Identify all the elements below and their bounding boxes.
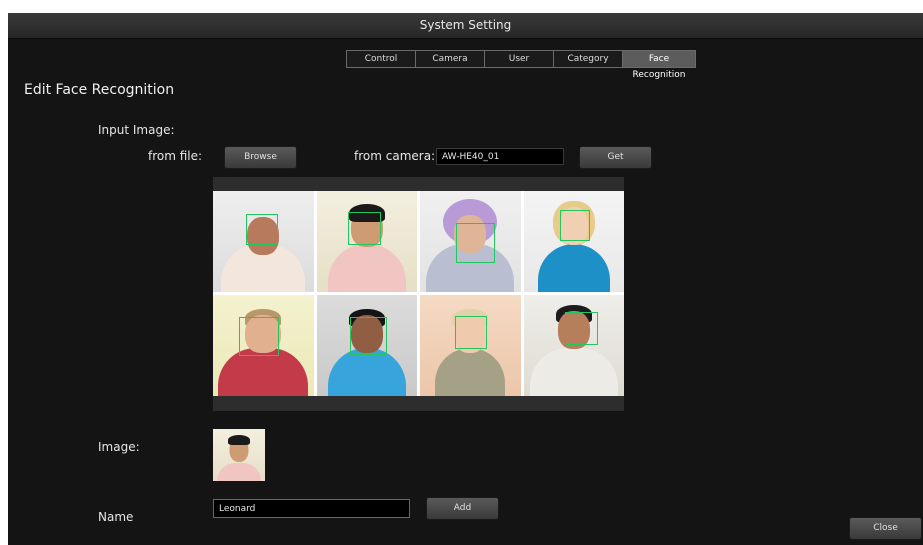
- face-detection-box: [559, 210, 590, 241]
- face-detection-box: [456, 223, 495, 263]
- tab-control[interactable]: Control: [347, 51, 416, 67]
- face-detection-box: [239, 317, 279, 356]
- face-photo-6: [316, 295, 417, 396]
- face-detection-box: [455, 316, 487, 349]
- face-detection-box: [246, 214, 278, 245]
- settings-tabs: Control Camera User Category Face Recogn…: [346, 50, 696, 80]
- from-file-label: from file:: [148, 149, 203, 163]
- face-photo-8: [523, 295, 624, 396]
- face-photo-1: [213, 191, 314, 292]
- name-input[interactable]: [213, 499, 410, 518]
- tab-camera[interactable]: Camera: [416, 51, 485, 67]
- tab-user[interactable]: User: [485, 51, 554, 67]
- face-photo-4: [523, 191, 624, 292]
- get-button[interactable]: Get: [579, 146, 652, 169]
- system-setting-window: System Setting Control Camera User Categ…: [8, 13, 923, 545]
- name-label: Name: [98, 510, 134, 524]
- input-image-label: Input Image:: [98, 123, 175, 137]
- face-photo-7: [420, 295, 521, 396]
- tab-face-recognition[interactable]: Face Recognition: [623, 51, 695, 80]
- tab-category[interactable]: Category: [554, 51, 623, 67]
- close-button[interactable]: Close: [849, 517, 922, 540]
- from-camera-label: from camera:: [354, 149, 436, 163]
- window-title: System Setting: [8, 13, 923, 39]
- camera-input[interactable]: [436, 148, 564, 165]
- input-image-grid: [213, 191, 624, 396]
- input-image-viewer: [213, 177, 624, 411]
- image-label: Image:: [98, 440, 140, 454]
- face-detection-box: [349, 317, 387, 355]
- page-title: Edit Face Recognition: [24, 82, 175, 98]
- face-photo-5: [213, 295, 314, 396]
- face-photo-2: [316, 191, 417, 292]
- browse-button[interactable]: Browse: [224, 146, 297, 169]
- face-thumbnail: [213, 429, 265, 481]
- face-photo-3: [420, 191, 521, 292]
- face-detection-box: [564, 312, 598, 345]
- face-detection-box: [347, 212, 381, 245]
- add-button[interactable]: Add: [426, 497, 499, 520]
